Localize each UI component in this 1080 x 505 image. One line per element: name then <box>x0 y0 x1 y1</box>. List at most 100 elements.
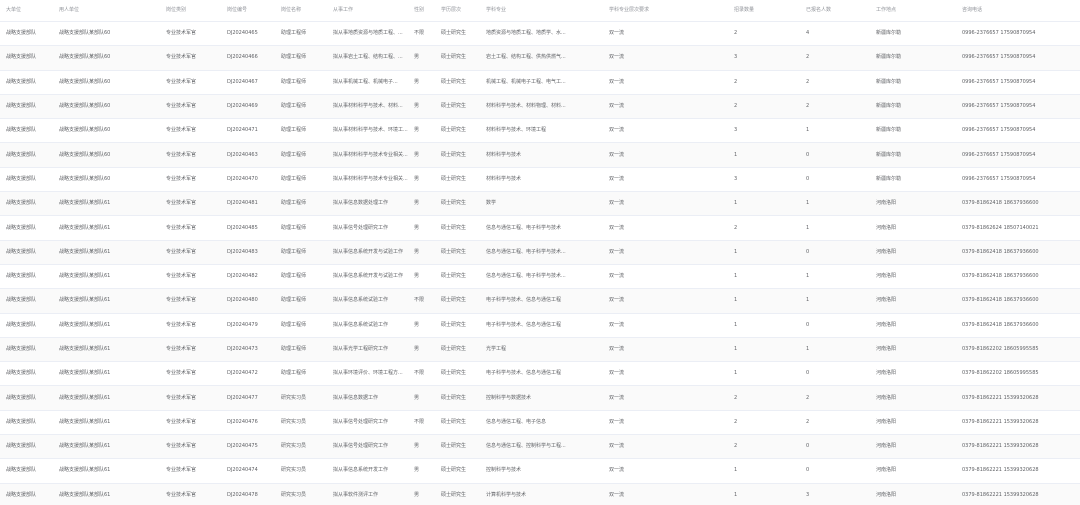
cell-post-title: 助理工程师 <box>275 118 327 144</box>
column-header-post-category[interactable]: 岗位类别 <box>160 0 221 22</box>
cell-work-duty: 拟从事信息数据工作 <box>327 385 408 411</box>
cell-post-code: DJ20240477 <box>221 385 275 411</box>
column-header-applicants[interactable]: 已报名人数 <box>800 0 870 22</box>
column-header-work-duty[interactable]: 从事工作 <box>327 0 408 22</box>
cell-post-code: DJ20240476 <box>221 410 275 436</box>
column-header-employer[interactable]: 用人单位 <box>53 0 160 22</box>
table-row[interactable]: 战略支援部队 战略支援部队某部队60 专业技术军官 DJ20240463 助理工程师 拟从… <box>0 142 1080 168</box>
positions-table-container: 大单位 用人单位 岗位类别 岗位编号 岗位名称 从事工作 性别 学历层次 学科专业 学科专业层次要… <box>0 0 1080 505</box>
column-header-post-code[interactable]: 岗位编号 <box>221 0 275 22</box>
table-row[interactable]: 战略支援部队 战略支援部队某部队60 专业技术军官 DJ20240469 助理工程师 拟从… <box>0 94 1080 120</box>
cell-major-level: 双一流 <box>603 142 728 168</box>
column-header-post-title[interactable]: 岗位名称 <box>275 0 327 22</box>
cell-work-duty: 拟从事地质资源与地质工程、... <box>327 21 408 47</box>
cell-degree-level: 硕士研究生 <box>435 410 480 436</box>
column-header-quota[interactable]: 招录数量 <box>728 0 800 22</box>
table-row[interactable]: 战略支援部队 战略支援部队某部队61 专业技术军官 DJ20240483 助理工程师 拟从… <box>0 240 1080 265</box>
cell-major-level: 双一流 <box>603 70 728 95</box>
cell-quota: 3 <box>728 167 800 193</box>
cell-applicants: 0 <box>800 361 870 387</box>
cell-major: 控制科学与数据技术 <box>480 385 603 411</box>
table-row[interactable]: 战略支援部队 战略支援部队某部队60 专业技术军官 DJ20240466 助理工程师 拟从… <box>0 45 1080 71</box>
cell-post-category: 专业技术军官 <box>160 410 221 436</box>
cell-employer: 战略支援部队某部队60 <box>53 70 160 95</box>
cell-employer: 战略支援部队某部队60 <box>53 142 160 168</box>
cell-degree-level: 硕士研究生 <box>435 288 480 314</box>
table-row[interactable]: 战略支援部队 战略支援部队某部队61 专业技术军官 DJ20240473 助理工程师 拟从… <box>0 337 1080 363</box>
table-row[interactable]: 战略支援部队 战略支援部队某部队61 专业技术军官 DJ20240477 研究实习员 拟从… <box>0 385 1080 411</box>
table-row[interactable]: 战略支援部队 战略支援部队某部队61 专业技术军官 DJ20240479 助理工程师 拟从… <box>0 313 1080 338</box>
table-row[interactable]: 战略支援部队 战略支援部队某部队61 专业技术军官 DJ20240474 研究实习员 拟从… <box>0 458 1080 484</box>
table-row[interactable]: 战略支援部队 战略支援部队某部队61 专业技术军官 DJ20240478 研究实习员 拟从… <box>0 483 1080 505</box>
cell-major: 信息与通信工程、电子科学与技术 <box>480 215 603 241</box>
cell-gender: 男 <box>408 458 435 484</box>
cell-phone: 0379-81862418 18637936600 <box>956 313 1080 338</box>
table-row[interactable]: 战略支援部队 战略支援部队某部队61 专业技术军官 DJ20240485 助理工程师 拟从… <box>0 215 1080 241</box>
cell-work-duty: 拟从事信息系统开发工作 <box>327 458 408 484</box>
cell-applicants: 2 <box>800 385 870 411</box>
cell-post-code: DJ20240472 <box>221 361 275 387</box>
cell-post-code: DJ20240467 <box>221 70 275 95</box>
cell-location: 河南洛阳 <box>870 191 956 217</box>
cell-unit: 战略支援部队 <box>0 45 53 71</box>
column-header-gender[interactable]: 性别 <box>408 0 435 22</box>
cell-degree-level: 硕士研究生 <box>435 240 480 265</box>
cell-post-title: 助理工程师 <box>275 70 327 95</box>
cell-post-title: 助理工程师 <box>275 21 327 47</box>
column-header-location[interactable]: 工作地点 <box>870 0 956 22</box>
cell-gender: 男 <box>408 483 435 505</box>
table-row[interactable]: 战略支援部队 战略支援部队某部队60 专业技术军官 DJ20240465 助理工程师 拟从… <box>0 21 1080 47</box>
cell-work-duty: 拟从事信息系统试验工作 <box>327 313 408 338</box>
cell-post-title: 研究实习员 <box>275 410 327 436</box>
cell-major: 光学工程 <box>480 337 603 363</box>
cell-employer: 战略支援部队某部队61 <box>53 483 160 505</box>
table-body: 战略支援部队 战略支援部队某部队60 专业技术军官 DJ20240465 助理工程师 拟从… <box>0 21 1080 505</box>
table-row[interactable]: 战略支援部队 战略支援部队某部队61 专业技术军官 DJ20240480 助理工程师 拟从… <box>0 288 1080 314</box>
cell-work-duty: 拟从事光学工程研究工作 <box>327 337 408 363</box>
cell-major: 信息与通信工程、电子科学与技术... <box>480 264 603 290</box>
cell-post-title: 助理工程师 <box>275 264 327 290</box>
cell-gender: 不限 <box>408 21 435 47</box>
cell-degree-level: 硕士研究生 <box>435 483 480 505</box>
cell-employer: 战略支援部队某部队61 <box>53 434 160 460</box>
cell-post-category: 专业技术军官 <box>160 21 221 47</box>
column-header-major[interactable]: 学科专业 <box>480 0 603 22</box>
table-row[interactable]: 战略支援部队 战略支援部队某部队60 专业技术军官 DJ20240471 助理工程师 拟从… <box>0 118 1080 144</box>
cell-work-duty: 拟从事信号处理研究工作 <box>327 410 408 436</box>
cell-gender: 男 <box>408 94 435 120</box>
cell-major-level: 双一流 <box>603 45 728 71</box>
cell-location: 新疆库尔勒 <box>870 142 956 168</box>
table-row[interactable]: 战略支援部队 战略支援部队某部队60 专业技术军官 DJ20240470 助理工程师 拟从… <box>0 167 1080 193</box>
table-row[interactable]: 战略支援部队 战略支援部队某部队61 专业技术军官 DJ20240476 研究实习员 拟从… <box>0 410 1080 436</box>
cell-gender: 男 <box>408 434 435 460</box>
cell-applicants: 1 <box>800 264 870 290</box>
table-row[interactable]: 战略支援部队 战略支援部队某部队61 专业技术军官 DJ20240482 助理工程师 拟从… <box>0 264 1080 290</box>
cell-degree-level: 硕士研究生 <box>435 21 480 47</box>
cell-major-level: 双一流 <box>603 361 728 387</box>
cell-major-level: 双一流 <box>603 385 728 411</box>
cell-applicants: 0 <box>800 142 870 168</box>
table-row[interactable]: 战略支援部队 战略支援部队某部队61 专业技术军官 DJ20240472 助理工程师 拟从… <box>0 361 1080 387</box>
cell-major-level: 双一流 <box>603 483 728 505</box>
cell-applicants: 1 <box>800 215 870 241</box>
cell-major: 材料科学与技术、环境工程 <box>480 118 603 144</box>
cell-degree-level: 硕士研究生 <box>435 70 480 95</box>
column-header-phone[interactable]: 咨询电话 <box>956 0 1080 22</box>
cell-phone: 0379-81862624 18507140021 <box>956 215 1080 241</box>
cell-work-duty: 拟从事信息系统开发与试验工作 <box>327 240 408 265</box>
cell-post-title: 助理工程师 <box>275 167 327 193</box>
column-header-degree-level[interactable]: 学历层次 <box>435 0 480 22</box>
cell-work-duty: 拟从事信号处理研究工作 <box>327 215 408 241</box>
cell-post-title: 助理工程师 <box>275 191 327 217</box>
table-row[interactable]: 战略支援部队 战略支援部队某部队61 专业技术军官 DJ20240475 研究实习员 拟从… <box>0 434 1080 460</box>
cell-major: 信息与通信工程、控制科学与工程... <box>480 434 603 460</box>
cell-post-code: DJ20240463 <box>221 142 275 168</box>
cell-post-code: DJ20240480 <box>221 288 275 314</box>
cell-post-title: 助理工程师 <box>275 94 327 120</box>
cell-location: 新疆库尔勒 <box>870 45 956 71</box>
cell-major-level: 双一流 <box>603 167 728 193</box>
column-header-unit[interactable]: 大单位 <box>0 0 53 22</box>
column-header-major-level[interactable]: 学科专业层次要求 <box>603 0 728 22</box>
table-row[interactable]: 战略支援部队 战略支援部队某部队61 专业技术军官 DJ20240481 助理工程师 拟从… <box>0 191 1080 217</box>
table-row[interactable]: 战略支援部队 战略支援部队某部队60 专业技术军官 DJ20240467 助理工程师 拟从… <box>0 70 1080 95</box>
